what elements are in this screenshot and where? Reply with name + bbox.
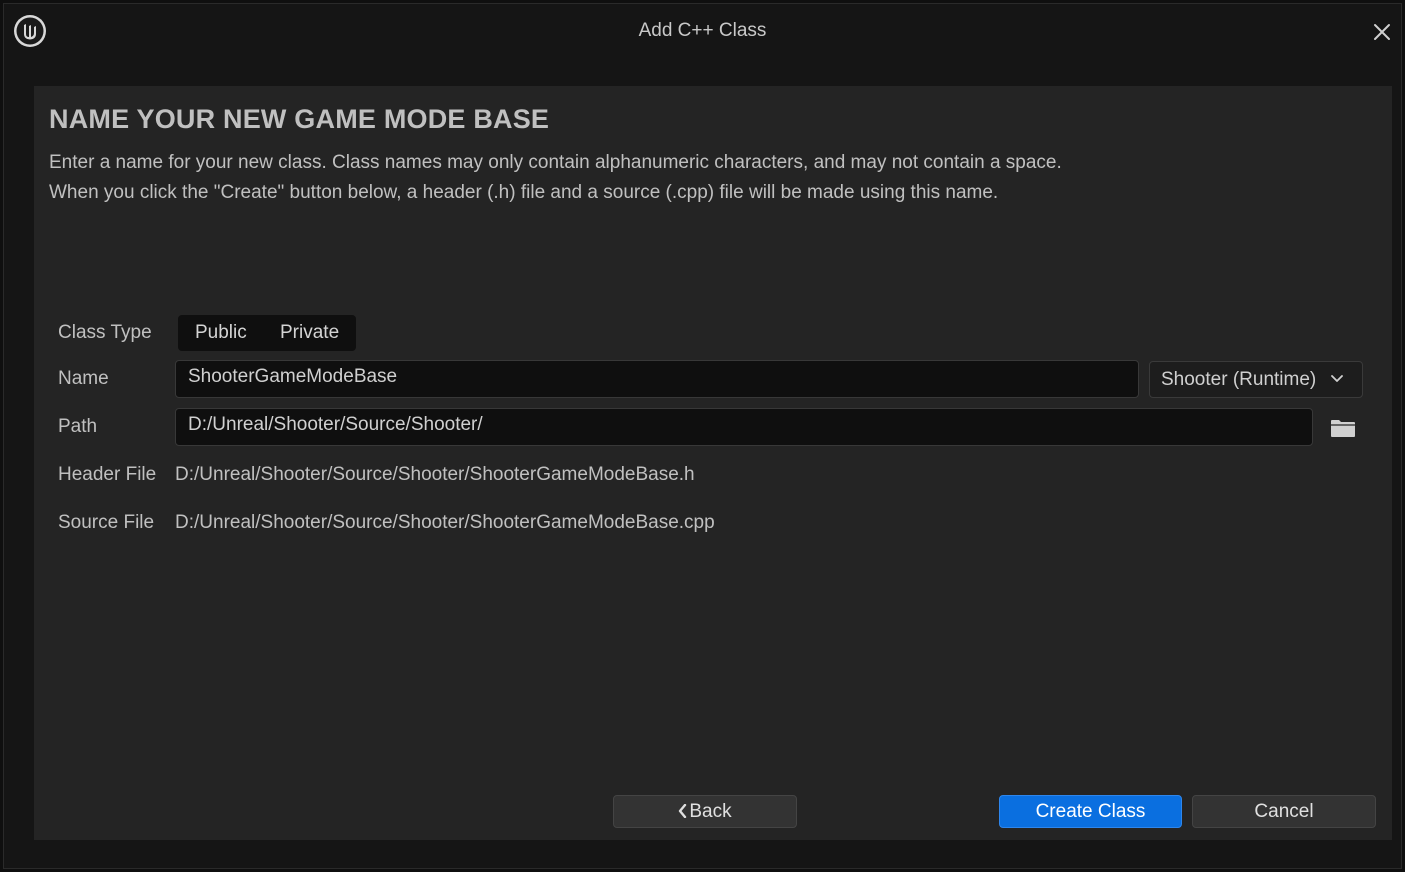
chevron-down-icon (1331, 375, 1343, 382)
back-button-label: Back (689, 801, 732, 822)
back-button[interactable]: Back (613, 795, 797, 828)
create-class-button[interactable]: Create Class (999, 795, 1182, 828)
class-type-toggle: Public Private (178, 315, 356, 351)
title-bar: Add C++ Class (4, 4, 1401, 60)
class-type-label: Class Type (58, 322, 152, 343)
close-icon[interactable] (1372, 22, 1392, 42)
description-line-2: When you click the "Create" button below… (49, 182, 999, 203)
name-label: Name (58, 368, 109, 389)
cancel-button[interactable]: Cancel (1192, 795, 1376, 828)
source-file-path: D:/Unreal/Shooter/Source/Shooter/Shooter… (175, 512, 715, 533)
source-file-label: Source File (58, 512, 155, 533)
path-label: Path (58, 416, 98, 437)
window-title: Add C++ Class (638, 20, 767, 41)
add-class-dialog: Add C++ Class NAME YOUR NEW GAME MODE BA… (3, 3, 1402, 869)
module-dropdown[interactable]: Shooter (Runtime) (1149, 361, 1363, 398)
class-type-public[interactable]: Public (195, 322, 247, 344)
header-file-path: D:/Unreal/Shooter/Source/Shooter/Shooter… (175, 464, 695, 485)
class-name-input[interactable]: ShooterGameModeBase (175, 360, 1139, 398)
page-title: NAME YOUR NEW GAME MODE BASE (49, 104, 550, 134)
main-panel: NAME YOUR NEW GAME MODE BASE Enter a nam… (34, 86, 1392, 840)
description-line-1: Enter a name for your new class. Class n… (49, 152, 1062, 173)
class-type-private[interactable]: Private (280, 322, 339, 344)
path-input[interactable]: D:/Unreal/Shooter/Source/Shooter/ (175, 408, 1313, 446)
chevron-left-icon (679, 804, 687, 818)
header-file-label: Header File (58, 464, 157, 485)
folder-icon[interactable] (1330, 418, 1356, 438)
module-dropdown-value: Shooter (Runtime) (1161, 369, 1317, 390)
